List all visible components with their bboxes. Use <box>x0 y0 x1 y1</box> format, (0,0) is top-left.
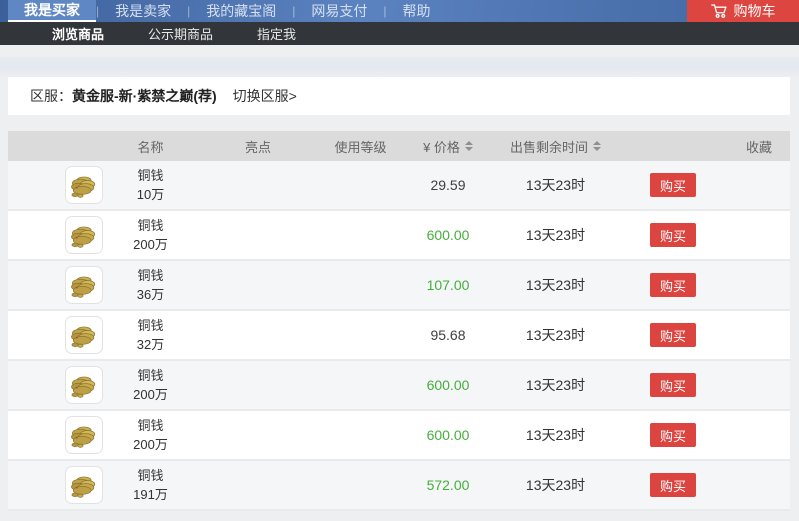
item-quantity: 10万 <box>137 185 164 204</box>
buy-button[interactable]: 购买 <box>650 473 696 497</box>
listings-table: 名称 亮点 使用等级 ¥ 价格 出售剩余时间 收藏 <box>8 131 790 511</box>
table-row: 铜钱 200万 600.00 13天23时 购买 <box>8 411 790 461</box>
item-name: 铜钱 <box>137 316 163 335</box>
header-highlight: 亮点 <box>198 137 318 156</box>
table-row: 铜钱 32万 95.68 13天23时 购买 <box>8 311 790 361</box>
copper-coins-icon[interactable] <box>65 416 103 454</box>
buy-button[interactable]: 购买 <box>650 173 696 197</box>
item-price: 572.00 <box>427 477 470 493</box>
item-price: 600.00 <box>427 427 470 443</box>
time-remaining: 13天23时 <box>526 275 585 295</box>
buy-button[interactable]: 购买 <box>650 273 696 297</box>
item-name: 铜钱 <box>137 366 163 385</box>
copper-coins-icon[interactable] <box>65 166 103 204</box>
sort-arrows-icon <box>593 141 601 151</box>
item-quantity: 200万 <box>133 235 168 254</box>
item-name: 铜钱 <box>137 216 163 235</box>
buy-button[interactable]: 购买 <box>650 323 696 347</box>
item-quantity: 200万 <box>133 385 168 404</box>
item-quantity: 32万 <box>137 335 164 354</box>
copper-coins-icon[interactable] <box>65 266 103 304</box>
copper-coins-icon[interactable] <box>65 316 103 354</box>
table-row: 铜钱 36万 107.00 13天23时 购买 <box>8 261 790 311</box>
item-price: 600.00 <box>427 377 470 393</box>
header-price-sort[interactable]: ¥ 价格 <box>403 137 493 156</box>
top-navigation: 我是买家|我是卖家|我的藏宝阁|网易支付|帮助 购物车 <box>0 0 799 22</box>
header-favorite: 收藏 <box>728 137 790 156</box>
time-remaining: 13天23时 <box>526 425 585 445</box>
item-name: 铜钱 <box>137 466 163 485</box>
buy-button[interactable]: 购买 <box>650 373 696 397</box>
topnav-item-5[interactable]: 帮助 <box>387 0 447 22</box>
topnav-item-2[interactable]: 我是卖家 <box>99 0 187 22</box>
table-row: 铜钱 200万 600.00 13天23时 购买 <box>8 361 790 411</box>
copper-coins-icon[interactable] <box>65 366 103 404</box>
header-time-sort[interactable]: 出售剩余时间 <box>493 137 618 156</box>
copper-coins-icon[interactable] <box>65 466 103 504</box>
table-row: 铜钱 191万 572.00 13天23时 购买 <box>8 461 790 511</box>
cart-button[interactable]: 购物车 <box>687 0 799 22</box>
item-price: 29.59 <box>430 177 465 193</box>
buy-button[interactable]: 购买 <box>650 223 696 247</box>
region-label: 区服： <box>30 86 72 106</box>
header-name: 名称 <box>103 137 198 156</box>
item-name: 铜钱 <box>137 266 163 285</box>
subnav-item-3[interactable]: 指定我 <box>235 24 318 43</box>
decorative-band <box>0 45 799 77</box>
sub-navigation: 浏览商品公示期商品指定我 <box>0 22 799 45</box>
item-price: 600.00 <box>427 227 470 243</box>
header-price-label: ¥ 价格 <box>423 137 460 156</box>
region-bar: 区服： 黄金服-新·紫禁之巅(荐) 切换区服> <box>8 77 790 115</box>
cart-icon <box>711 3 728 19</box>
switch-region-link[interactable]: 切换区服> <box>233 86 297 106</box>
subnav-item-1[interactable]: 浏览商品 <box>30 24 126 43</box>
cart-label: 购物车 <box>734 1 776 21</box>
time-remaining: 13天23时 <box>526 225 585 245</box>
time-remaining: 13天23时 <box>526 175 585 195</box>
table-row: 铜钱 10万 29.59 13天23时 购买 <box>8 161 790 211</box>
time-remaining: 13天23时 <box>526 325 585 345</box>
subnav-item-2[interactable]: 公示期商品 <box>126 24 235 43</box>
item-quantity: 191万 <box>133 485 168 504</box>
topnav-item-3[interactable]: 我的藏宝阁 <box>190 0 292 22</box>
item-quantity: 200万 <box>133 435 168 454</box>
table-header-row: 名称 亮点 使用等级 ¥ 价格 出售剩余时间 收藏 <box>8 131 790 161</box>
region-server-name: 黄金服-新·紫禁之巅(荐) <box>72 86 217 106</box>
topnav-item-1[interactable]: 我是买家 <box>8 0 96 22</box>
time-remaining: 13天23时 <box>526 475 585 495</box>
item-price: 95.68 <box>430 327 465 343</box>
item-name: 铜钱 <box>137 166 163 185</box>
header-use-level: 使用等级 <box>318 137 403 156</box>
table-row: 铜钱 200万 600.00 13天23时 购买 <box>8 211 790 261</box>
sort-arrows-icon <box>465 141 473 151</box>
item-name: 铜钱 <box>137 416 163 435</box>
item-quantity: 36万 <box>137 285 164 304</box>
item-price: 107.00 <box>427 277 470 293</box>
header-time-label: 出售剩余时间 <box>510 137 588 156</box>
time-remaining: 13天23时 <box>526 375 585 395</box>
copper-coins-icon[interactable] <box>65 216 103 254</box>
topnav-item-4[interactable]: 网易支付 <box>295 0 383 22</box>
buy-button[interactable]: 购买 <box>650 423 696 447</box>
